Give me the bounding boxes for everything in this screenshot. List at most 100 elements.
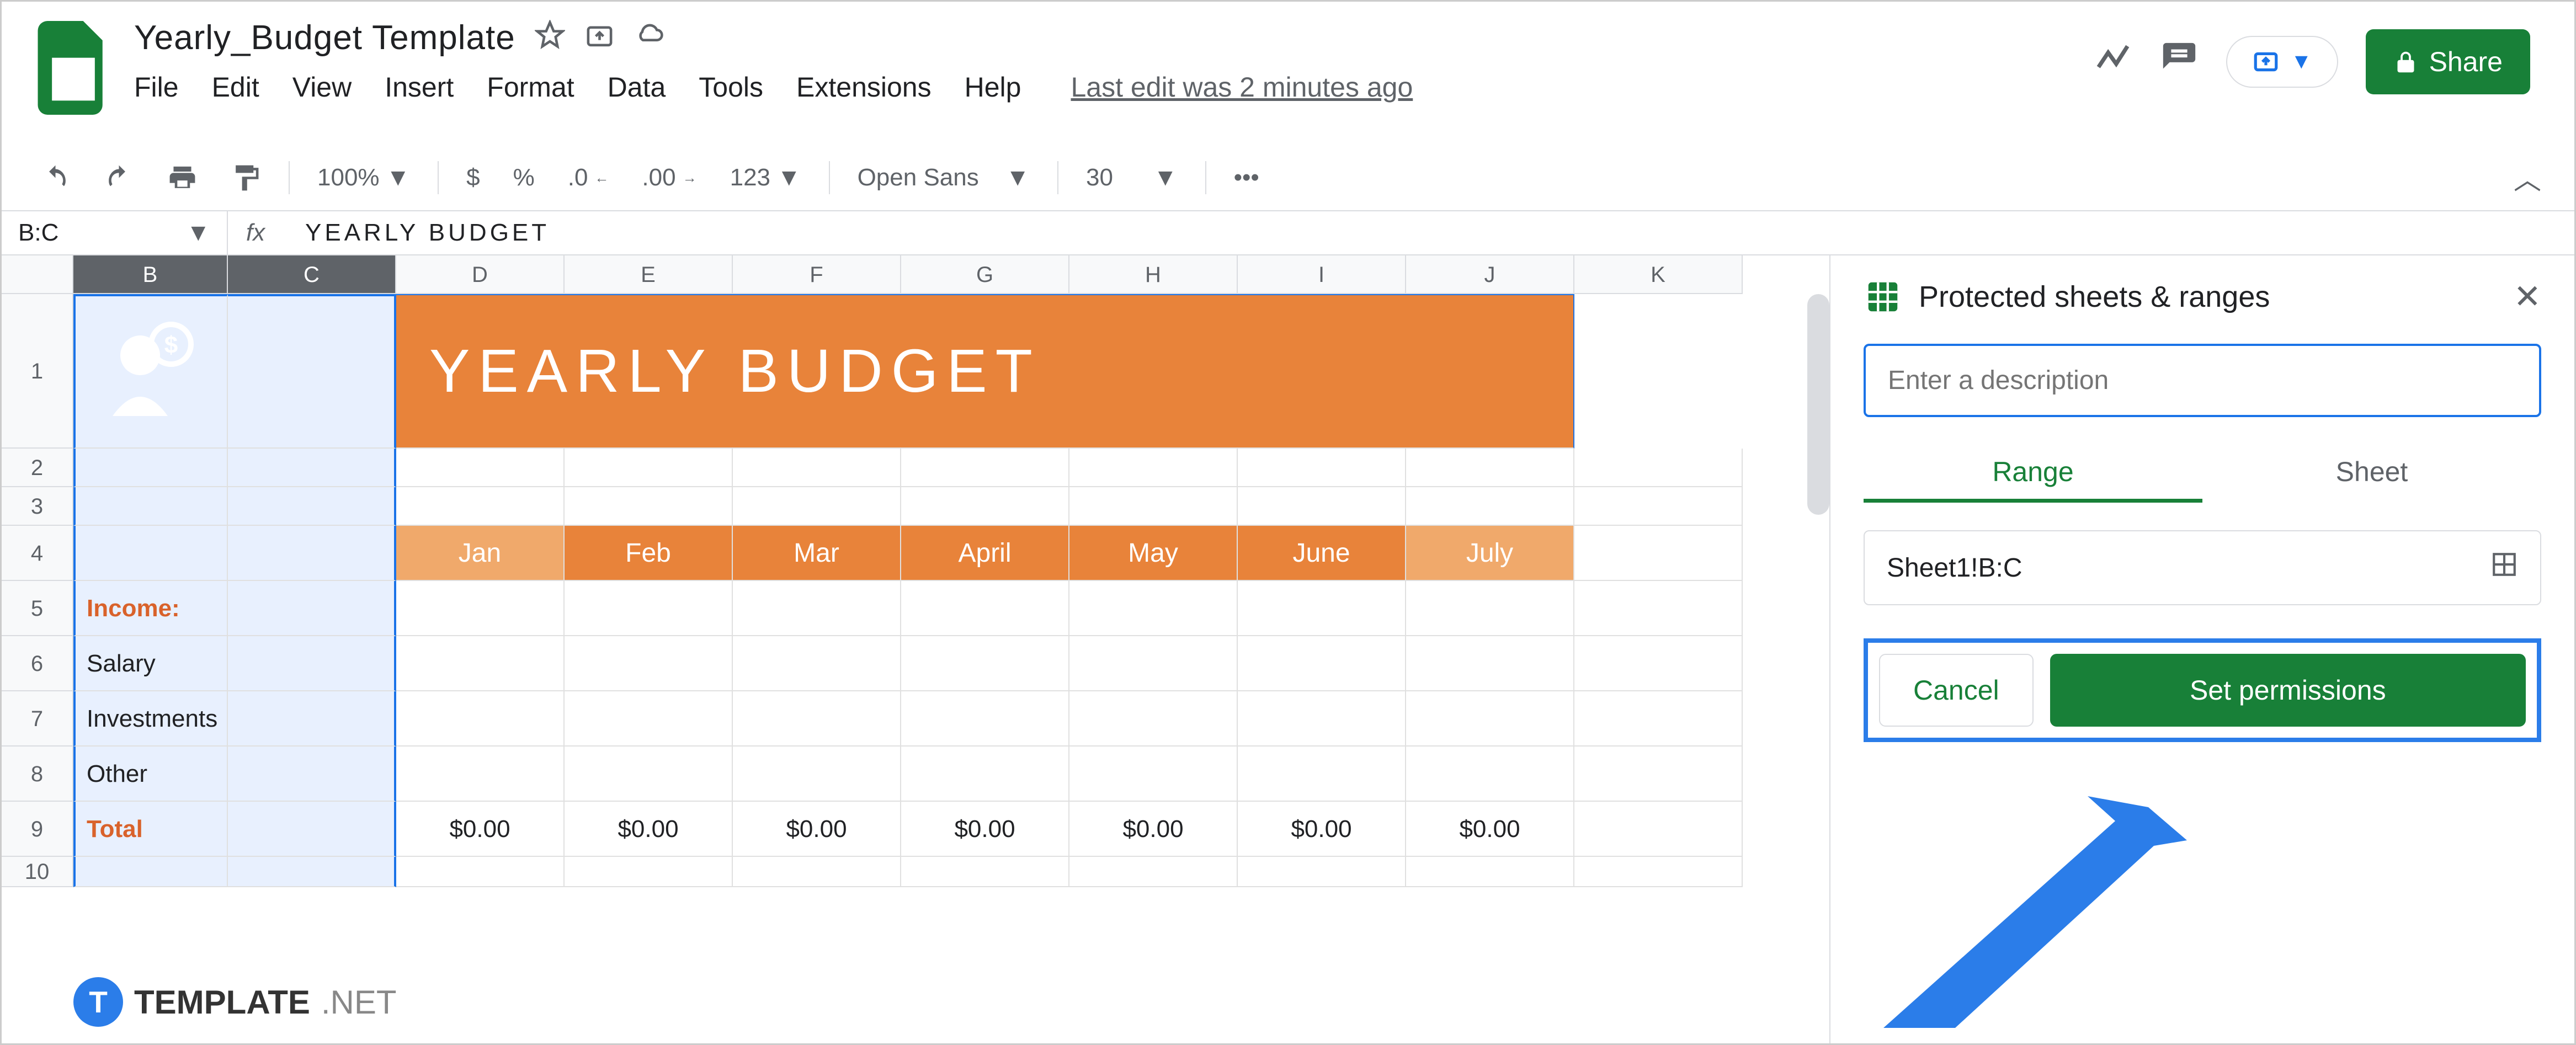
income-label[interactable]: Income: <box>73 581 228 636</box>
cloud-icon[interactable] <box>634 20 664 56</box>
cell[interactable] <box>901 581 1069 636</box>
cell[interactable] <box>228 294 396 449</box>
menu-edit[interactable]: Edit <box>212 71 259 103</box>
tab-sheet[interactable]: Sheet <box>2202 445 2541 503</box>
menu-tools[interactable]: Tools <box>699 71 763 103</box>
col-header[interactable]: E <box>565 255 733 294</box>
investments-label[interactable]: Investments <box>73 691 228 747</box>
col-header[interactable]: J <box>1406 255 1574 294</box>
cell[interactable] <box>1574 526 1743 581</box>
redo-button[interactable] <box>98 163 140 193</box>
cell[interactable] <box>1406 581 1574 636</box>
cell[interactable] <box>396 857 565 887</box>
cell[interactable] <box>1069 581 1238 636</box>
cell[interactable] <box>1069 691 1238 747</box>
cell[interactable] <box>901 857 1069 887</box>
menu-format[interactable]: Format <box>487 71 574 103</box>
cell[interactable] <box>1069 449 1238 487</box>
cell[interactable] <box>228 636 396 691</box>
cell[interactable] <box>1238 487 1406 526</box>
cell[interactable] <box>901 691 1069 747</box>
cell[interactable] <box>1069 636 1238 691</box>
more-toolbar-button[interactable]: ••• <box>1228 164 1265 191</box>
decrease-decimal-button[interactable]: .0← <box>562 164 615 191</box>
cell[interactable] <box>396 581 565 636</box>
total-cell[interactable]: $0.00 <box>733 802 901 857</box>
month-header[interactable]: Mar <box>733 526 901 581</box>
cell[interactable] <box>1406 747 1574 802</box>
cell[interactable] <box>1238 636 1406 691</box>
cell[interactable] <box>733 487 901 526</box>
menu-view[interactable]: View <box>292 71 352 103</box>
cell[interactable] <box>1574 691 1743 747</box>
vertical-scrollbar[interactable] <box>1807 294 1829 515</box>
month-header[interactable]: Feb <box>565 526 733 581</box>
month-header[interactable]: Jan <box>396 526 565 581</box>
cell[interactable] <box>1574 802 1743 857</box>
total-cell[interactable]: $0.00 <box>565 802 733 857</box>
banner-icon-cell[interactable]: $ <box>73 294 228 449</box>
cell[interactable] <box>733 691 901 747</box>
cell[interactable] <box>901 487 1069 526</box>
cell[interactable] <box>73 857 228 887</box>
spreadsheet-grid[interactable]: B C D E F G H I J K 1 $ YEARLY BUDGET <box>2 255 1829 1043</box>
row-header[interactable]: 9 <box>2 802 73 857</box>
cell[interactable] <box>1238 581 1406 636</box>
col-header[interactable]: D <box>396 255 565 294</box>
row-header[interactable]: 2 <box>2 449 73 487</box>
print-button[interactable] <box>162 163 203 193</box>
description-input[interactable] <box>1864 344 2541 417</box>
increase-decimal-button[interactable]: .00→ <box>636 164 702 191</box>
row-header[interactable]: 10 <box>2 857 73 887</box>
select-all-corner[interactable] <box>2 255 73 294</box>
cell[interactable] <box>565 581 733 636</box>
present-button[interactable]: ▼ <box>2226 36 2338 88</box>
banner-title[interactable]: YEARLY BUDGET <box>396 294 1574 449</box>
cell[interactable] <box>1574 636 1743 691</box>
move-icon[interactable] <box>584 20 615 56</box>
total-cell[interactable]: $0.00 <box>901 802 1069 857</box>
row-header[interactable]: 3 <box>2 487 73 526</box>
cell[interactable] <box>565 636 733 691</box>
cell[interactable] <box>1406 449 1574 487</box>
cell[interactable] <box>1069 487 1238 526</box>
cell[interactable] <box>228 747 396 802</box>
cell[interactable] <box>228 802 396 857</box>
comment-icon[interactable] <box>2160 40 2199 84</box>
cell[interactable] <box>73 449 228 487</box>
salary-label[interactable]: Salary <box>73 636 228 691</box>
cell[interactable] <box>733 581 901 636</box>
cell[interactable] <box>1574 857 1743 887</box>
percent-button[interactable]: % <box>508 164 540 191</box>
star-icon[interactable] <box>535 20 565 56</box>
cell[interactable] <box>73 487 228 526</box>
cell[interactable] <box>901 747 1069 802</box>
number-format-button[interactable]: 123 ▼ <box>725 164 807 191</box>
row-header[interactable]: 5 <box>2 581 73 636</box>
cell[interactable] <box>1406 487 1574 526</box>
cell[interactable] <box>733 636 901 691</box>
cell[interactable] <box>1238 449 1406 487</box>
cell[interactable] <box>1574 747 1743 802</box>
grid-select-icon[interactable] <box>2490 551 2518 585</box>
font-select[interactable]: Open Sans ▼ <box>852 164 1035 191</box>
cell[interactable] <box>396 487 565 526</box>
cell[interactable] <box>565 691 733 747</box>
name-box[interactable]: B:C▼ <box>2 211 228 254</box>
row-header[interactable]: 6 <box>2 636 73 691</box>
col-header[interactable]: I <box>1238 255 1406 294</box>
cell[interactable] <box>73 526 228 581</box>
menu-extensions[interactable]: Extensions <box>796 71 932 103</box>
month-header[interactable]: July <box>1406 526 1574 581</box>
col-header[interactable]: B <box>73 255 228 294</box>
cell[interactable] <box>733 449 901 487</box>
total-cell[interactable]: $0.00 <box>1406 802 1574 857</box>
collapse-toolbar-button[interactable]: ︿ <box>2514 158 2541 198</box>
currency-button[interactable]: $ <box>461 164 485 191</box>
row-header[interactable]: 4 <box>2 526 73 581</box>
cell[interactable] <box>1238 691 1406 747</box>
total-cell[interactable]: $0.00 <box>1069 802 1238 857</box>
month-header[interactable]: April <box>901 526 1069 581</box>
cell[interactable] <box>228 581 396 636</box>
cell[interactable] <box>1069 747 1238 802</box>
